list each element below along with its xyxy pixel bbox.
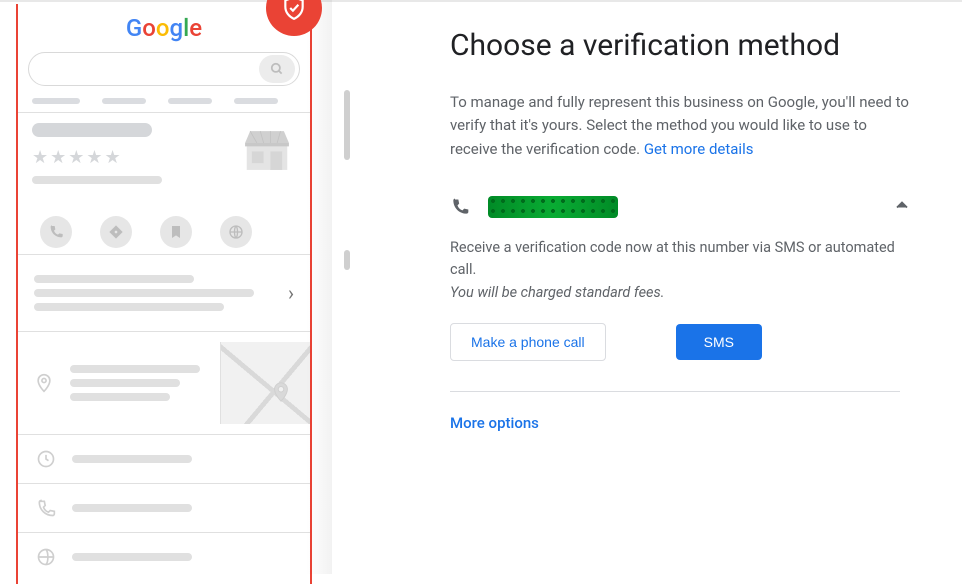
search-button-placeholder	[259, 55, 295, 83]
phone-icon	[36, 498, 56, 518]
bookmark-icon	[168, 224, 184, 240]
page-title: Choose a verification method	[450, 28, 912, 63]
description-placeholder: ›	[28, 255, 300, 331]
directions-icon	[108, 224, 124, 240]
more-options-link[interactable]: More options	[450, 414, 912, 432]
scroll-indicator	[344, 250, 350, 270]
globe-icon	[36, 547, 56, 567]
main-content: Choose a verification method To manage a…	[350, 0, 962, 574]
tab-row-placeholder	[28, 98, 300, 112]
google-logo: Google	[28, 14, 300, 42]
chevron-up-icon	[892, 195, 912, 219]
search-icon	[270, 62, 284, 76]
hours-placeholder	[28, 435, 300, 483]
phone-mockup: Google ★★★★★	[16, 4, 312, 584]
chevron-right-icon: ›	[288, 281, 294, 305]
storefront-icon	[240, 121, 294, 175]
scroll-indicator	[344, 90, 350, 160]
map-pin-icon	[270, 378, 292, 406]
address-placeholder	[28, 332, 300, 434]
globe-icon	[228, 224, 244, 240]
clock-icon	[36, 449, 56, 469]
phone-icon	[48, 224, 64, 240]
get-more-details-link[interactable]: Get more details	[644, 140, 754, 158]
phone-placeholder	[28, 484, 300, 532]
search-bar-placeholder	[28, 52, 300, 86]
intro-text: To manage and fully represent this busin…	[450, 91, 910, 161]
divider	[450, 391, 900, 392]
phone-icon	[450, 197, 470, 217]
preview-panel: Google ★★★★★	[0, 0, 350, 574]
action-buttons-placeholder	[28, 200, 300, 254]
shield-check-icon	[281, 0, 307, 21]
method-description: Receive a verification code now at this …	[450, 237, 910, 281]
knowledge-panel-placeholder: ★★★★★	[28, 113, 300, 200]
sms-button[interactable]: SMS	[676, 324, 762, 360]
make-phone-call-button[interactable]: Make a phone call	[450, 323, 606, 361]
pin-icon	[34, 371, 54, 395]
fees-note: You will be charged standard fees.	[450, 284, 912, 301]
redacted-phone-number	[488, 196, 618, 218]
map-thumbnail	[220, 342, 310, 424]
method-phone-header[interactable]	[450, 191, 912, 237]
